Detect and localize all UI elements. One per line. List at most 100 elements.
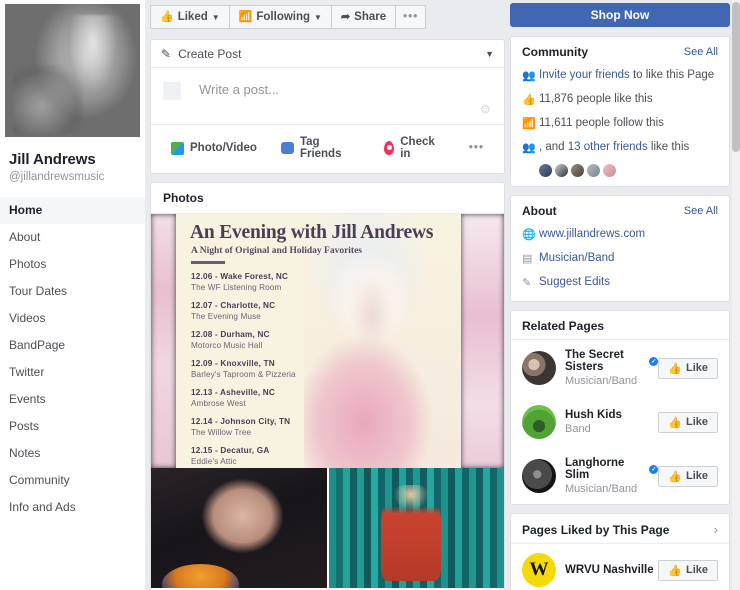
more-options-icon: ••• — [469, 142, 484, 154]
tour-date-venue: Eddie's Attic — [191, 456, 461, 467]
likes-count-row: 👍 11,876 people like this — [511, 89, 729, 113]
sidebar-item-bandpage[interactable]: BandPage — [0, 332, 145, 359]
about-see-all[interactable]: See All — [684, 205, 718, 217]
pages-liked-title: Pages Liked by This Page — [522, 523, 669, 537]
sidebar-item-videos[interactable]: Videos — [0, 305, 145, 332]
category-icon: ▤ — [522, 251, 539, 267]
related-page-category: Musician/Band — [565, 483, 658, 495]
composer-more-button[interactable]: ••• — [459, 137, 494, 159]
sidebar-item-community[interactable]: Community — [0, 467, 145, 494]
chevron-right-icon[interactable]: › — [714, 522, 718, 537]
photos-card-title: Photos — [151, 183, 504, 214]
photo-thumbnail-performance[interactable] — [329, 468, 505, 588]
location-pin-icon — [384, 141, 394, 155]
related-page-row[interactable]: The Secret Sisters Musician/Band 👍 Like — [511, 340, 729, 396]
wrvu-nashville-avatar[interactable] — [522, 553, 556, 587]
create-post-header[interactable]: ✎ Create Post ▼ — [151, 40, 504, 68]
sidebar-item-about[interactable]: About — [0, 224, 145, 251]
about-website-row[interactable]: 🌐 www.jillandrews.com — [511, 224, 729, 248]
liked-page-row[interactable]: WRVU Nashville 👍 Like — [511, 544, 729, 590]
page-scrollbar[interactable] — [732, 0, 740, 590]
about-category-link[interactable]: Musician/Band — [539, 251, 614, 266]
photo-video-icon — [171, 142, 184, 155]
post-input-placeholder[interactable]: Write a post... — [199, 82, 279, 97]
rss-icon: 📶 — [522, 116, 539, 132]
community-see-all[interactable]: See All — [684, 46, 718, 58]
composer-avatar — [163, 82, 181, 100]
like-button[interactable]: 👍 Like — [658, 358, 718, 379]
related-page-row[interactable]: Hush Kids Band 👍 Like — [511, 396, 729, 448]
related-page-row[interactable]: Langhorne Slim Musician/Band 👍 Like — [511, 448, 729, 504]
community-header: Community See All — [511, 37, 729, 65]
chevron-down-icon: ▼ — [314, 13, 322, 22]
chevron-down-icon[interactable]: ▼ — [485, 49, 494, 59]
tour-date-city: 12.06 - Wake Forest, NC — [191, 271, 461, 282]
photos-card: Photos An Evening with Jill Andrews A Ni… — [150, 182, 505, 590]
like-button[interactable]: 👍 Like — [658, 466, 718, 487]
friend-avatar-5[interactable] — [603, 164, 616, 177]
friend-avatar-3[interactable] — [571, 164, 584, 177]
invite-friends-row[interactable]: 👥 Invite your friends to like this Page — [511, 65, 729, 89]
related-page-name[interactable]: Hush Kids — [565, 409, 622, 421]
sidebar-item-twitter[interactable]: Twitter — [0, 359, 145, 386]
about-suggest-edits-link[interactable]: Suggest Edits — [539, 275, 610, 290]
liked-button[interactable]: 👍 Liked ▼ — [150, 5, 229, 29]
page-action-bar: 👍 Liked ▼ 📶 Following ▼ ➦ Share ••• — [150, 3, 505, 31]
thumbs-up-icon: 👍 — [160, 12, 174, 23]
photo-video-button[interactable]: Photo/Video — [161, 137, 267, 160]
langhorne-slim-avatar[interactable] — [522, 459, 556, 493]
following-button[interactable]: 📶 Following ▼ — [229, 5, 331, 29]
friend-avatar-4[interactable] — [587, 164, 600, 177]
create-post-title: Create Post — [178, 47, 241, 61]
like-label: Like — [686, 362, 708, 374]
related-page-name[interactable]: The Secret Sisters — [565, 349, 646, 373]
profile-photo[interactable] — [5, 4, 140, 137]
tour-date-city: 12.08 - Durham, NC — [191, 329, 461, 340]
friend-avatar-2[interactable] — [555, 164, 568, 177]
about-website-link[interactable]: www.jillandrews.com — [539, 227, 645, 242]
related-page-info: The Secret Sisters Musician/Band — [565, 349, 658, 387]
invite-friends-link[interactable]: Invite your friends — [539, 69, 630, 81]
tour-date-city: 12.14 - Johnson City, TN — [191, 416, 461, 427]
check-in-button[interactable]: Check in — [374, 131, 455, 165]
liked-page-name[interactable]: WRVU Nashville — [565, 564, 654, 576]
sidebar-item-photos[interactable]: Photos — [0, 251, 145, 278]
post-composer[interactable]: Write a post... ☺ — [151, 68, 504, 124]
tour-date-venue: Barley's Taproom & Pizzeria — [191, 369, 461, 380]
sidebar-item-tour-dates[interactable]: Tour Dates — [0, 278, 145, 305]
emoji-smiley-icon[interactable]: ☺ — [479, 101, 492, 116]
friends-count[interactable]: 13 other — [568, 141, 610, 153]
scrollbar-thumb[interactable] — [732, 2, 740, 152]
invite-friends-icon: 👥 — [522, 68, 539, 84]
shop-now-button[interactable]: Shop Now — [510, 3, 730, 27]
about-category-row[interactable]: ▤ Musician/Band — [511, 248, 729, 272]
tour-poster-photo[interactable]: An Evening with Jill Andrews A Night of … — [151, 214, 504, 468]
friends-prefix: , and — [539, 141, 568, 153]
like-button[interactable]: 👍 Like — [658, 560, 718, 581]
related-pages-title: Related Pages — [522, 319, 604, 333]
thumbs-up-icon: 👍 — [668, 416, 682, 429]
sidebar-item-notes[interactable]: Notes — [0, 440, 145, 467]
tag-friends-button[interactable]: Tag Friends — [271, 131, 370, 165]
verified-badge-icon — [649, 465, 658, 474]
page-handle: @jillandrewsmusic — [0, 168, 145, 183]
related-page-name[interactable]: Langhorne Slim — [565, 457, 646, 481]
like-button[interactable]: 👍 Like — [658, 412, 718, 433]
pages-liked-header[interactable]: Pages Liked by This Page › — [511, 514, 729, 543]
liked-label: Liked — [178, 11, 208, 23]
friends-word[interactable]: friends — [610, 141, 648, 153]
sidebar-item-posts[interactable]: Posts — [0, 413, 145, 440]
share-button[interactable]: ➦ Share — [331, 5, 395, 29]
sidebar-item-home[interactable]: Home — [0, 197, 145, 224]
hush-kids-avatar[interactable] — [522, 405, 556, 439]
sidebar-item-info-and-ads[interactable]: Info and Ads — [0, 494, 145, 521]
secret-sisters-avatar[interactable] — [522, 351, 556, 385]
share-label: Share — [354, 11, 386, 23]
liked-page-name-wrap: WRVU Nashville — [565, 564, 658, 576]
more-actions-button[interactable]: ••• — [395, 5, 426, 29]
sidebar-item-events[interactable]: Events — [0, 386, 145, 413]
tour-date-row: 12.06 - Wake Forest, NC The WF Listening… — [191, 271, 461, 293]
about-suggest-edits-row[interactable]: ✎ Suggest Edits — [511, 272, 729, 296]
friend-avatar-1[interactable] — [539, 164, 552, 177]
photo-thumbnail-portrait[interactable] — [151, 468, 327, 588]
